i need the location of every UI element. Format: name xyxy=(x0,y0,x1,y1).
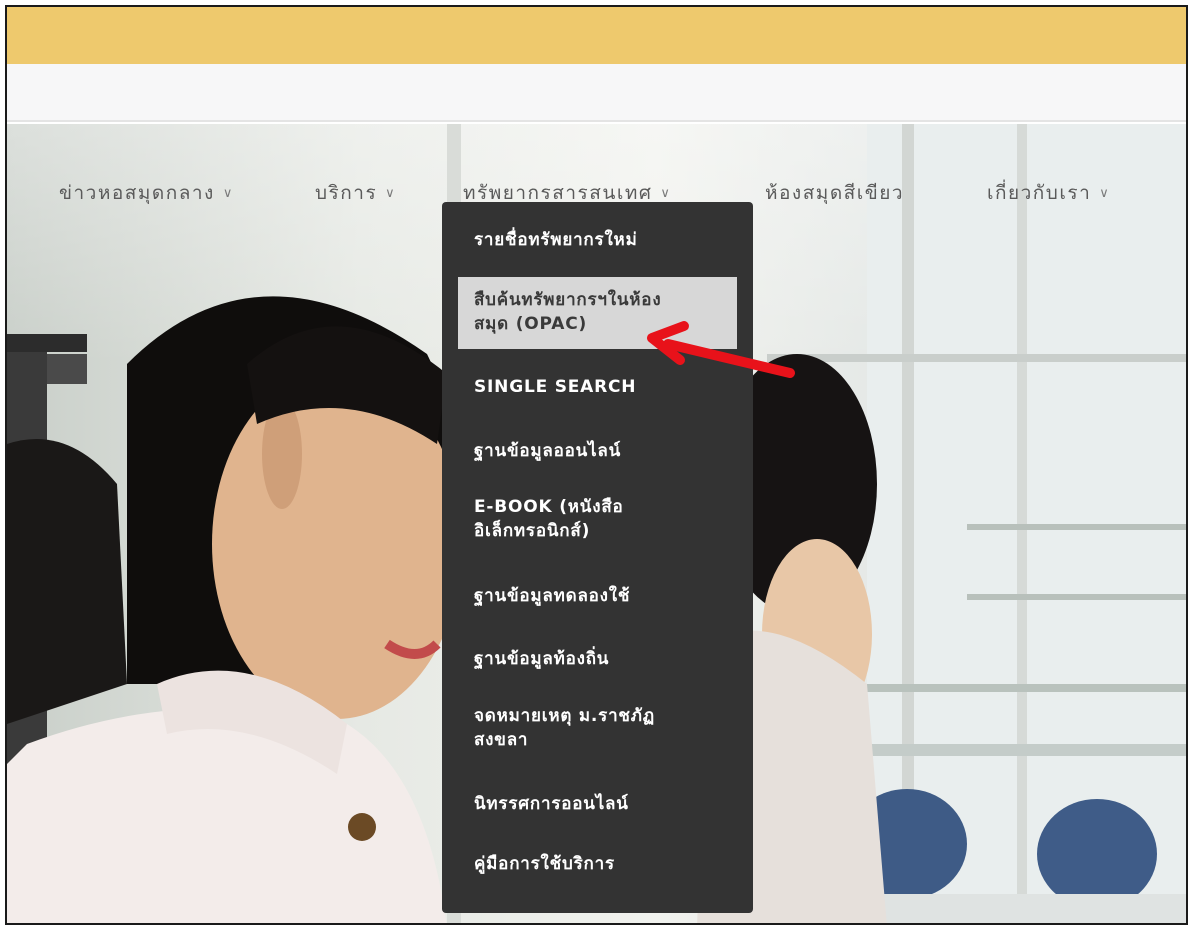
chevron-down-icon: ∨ xyxy=(222,185,233,201)
menu-item-label: ฐานข้อมูลท้องถิ่น xyxy=(474,649,610,669)
menu-item-label: SINGLE SEARCH xyxy=(474,377,637,397)
nav-item-green-library[interactable]: ห้องสมุดสีเขียว xyxy=(765,173,904,213)
menu-item-archives[interactable]: จดหมายเหตุ ม.ราชภัฏ สงขลา xyxy=(458,704,737,752)
menu-item-local-databases[interactable]: ฐานข้อมูลท้องถิ่น xyxy=(458,647,737,671)
nav-item-label: ห้องสมุดสีเขียว xyxy=(765,182,905,204)
chevron-down-icon: ∨ xyxy=(660,185,670,201)
menu-item-label-line1: สืบค้นทรัพยากรฯในห้อง xyxy=(474,290,662,310)
menu-item-new-resources[interactable]: รายชื่อทรัพยากรใหม่ xyxy=(458,228,737,252)
site-top-bar xyxy=(7,7,1186,64)
nav-item-label: ข่าวหอสมุดกลาง xyxy=(59,182,215,204)
chevron-down-icon: ∨ xyxy=(1099,185,1109,201)
chevron-down-icon: ∨ xyxy=(385,185,395,201)
menu-item-online-databases[interactable]: ฐานข้อมูลออนไลน์ xyxy=(458,439,737,463)
menu-item-opac[interactable]: สืบค้นทรัพยากรฯในห้อง สมุด (OPAC) xyxy=(458,277,737,349)
menu-item-label-line2: อิเล็กทรอนิกส์) xyxy=(474,521,591,541)
menu-item-label: รายชื่อทรัพยากรใหม่ xyxy=(474,230,638,250)
menu-item-ebook[interactable]: E-BOOK (หนังสือ อิเล็กทรอนิกส์) xyxy=(458,495,737,543)
menu-item-service-manual[interactable]: คู่มือการใช้บริการ xyxy=(458,852,737,876)
menu-item-online-exhibition[interactable]: นิทรรศการออนไลน์ xyxy=(458,792,737,816)
menu-item-label-line1: E-BOOK (หนังสือ xyxy=(474,497,624,517)
menu-item-trial-databases[interactable]: ฐานข้อมูลทดลองใช้ xyxy=(458,584,737,608)
menu-item-label-line1: จดหมายเหตุ ม.ราชภัฏ xyxy=(474,706,655,726)
menu-item-label-line2: สงขลา xyxy=(474,730,529,750)
menu-item-single-search[interactable]: SINGLE SEARCH xyxy=(458,375,737,399)
menu-item-label-line2: สมุด (OPAC) xyxy=(474,314,588,334)
nav-item-label: บริการ xyxy=(315,182,378,204)
menu-item-label: ฐานข้อมูลออนไลน์ xyxy=(474,441,622,461)
nav-item-label: เกี่ยวกับเรา xyxy=(987,182,1092,204)
menu-item-label: คู่มือการใช้บริการ xyxy=(474,854,615,874)
menu-item-label: นิทรรศการออนไลน์ xyxy=(474,794,629,814)
nav-item-news[interactable]: ข่าวหอสมุดกลาง ∨ xyxy=(59,173,232,213)
site-header-strip xyxy=(7,64,1186,122)
resources-dropdown-menu: รายชื่อทรัพยากรใหม่ สืบค้นทรัพยากรฯในห้อ… xyxy=(442,202,753,913)
nav-item-services[interactable]: บริการ ∨ xyxy=(315,173,395,213)
nav-item-about[interactable]: เกี่ยวกับเรา ∨ xyxy=(987,173,1109,213)
menu-item-label: ฐานข้อมูลทดลองใช้ xyxy=(474,586,631,606)
